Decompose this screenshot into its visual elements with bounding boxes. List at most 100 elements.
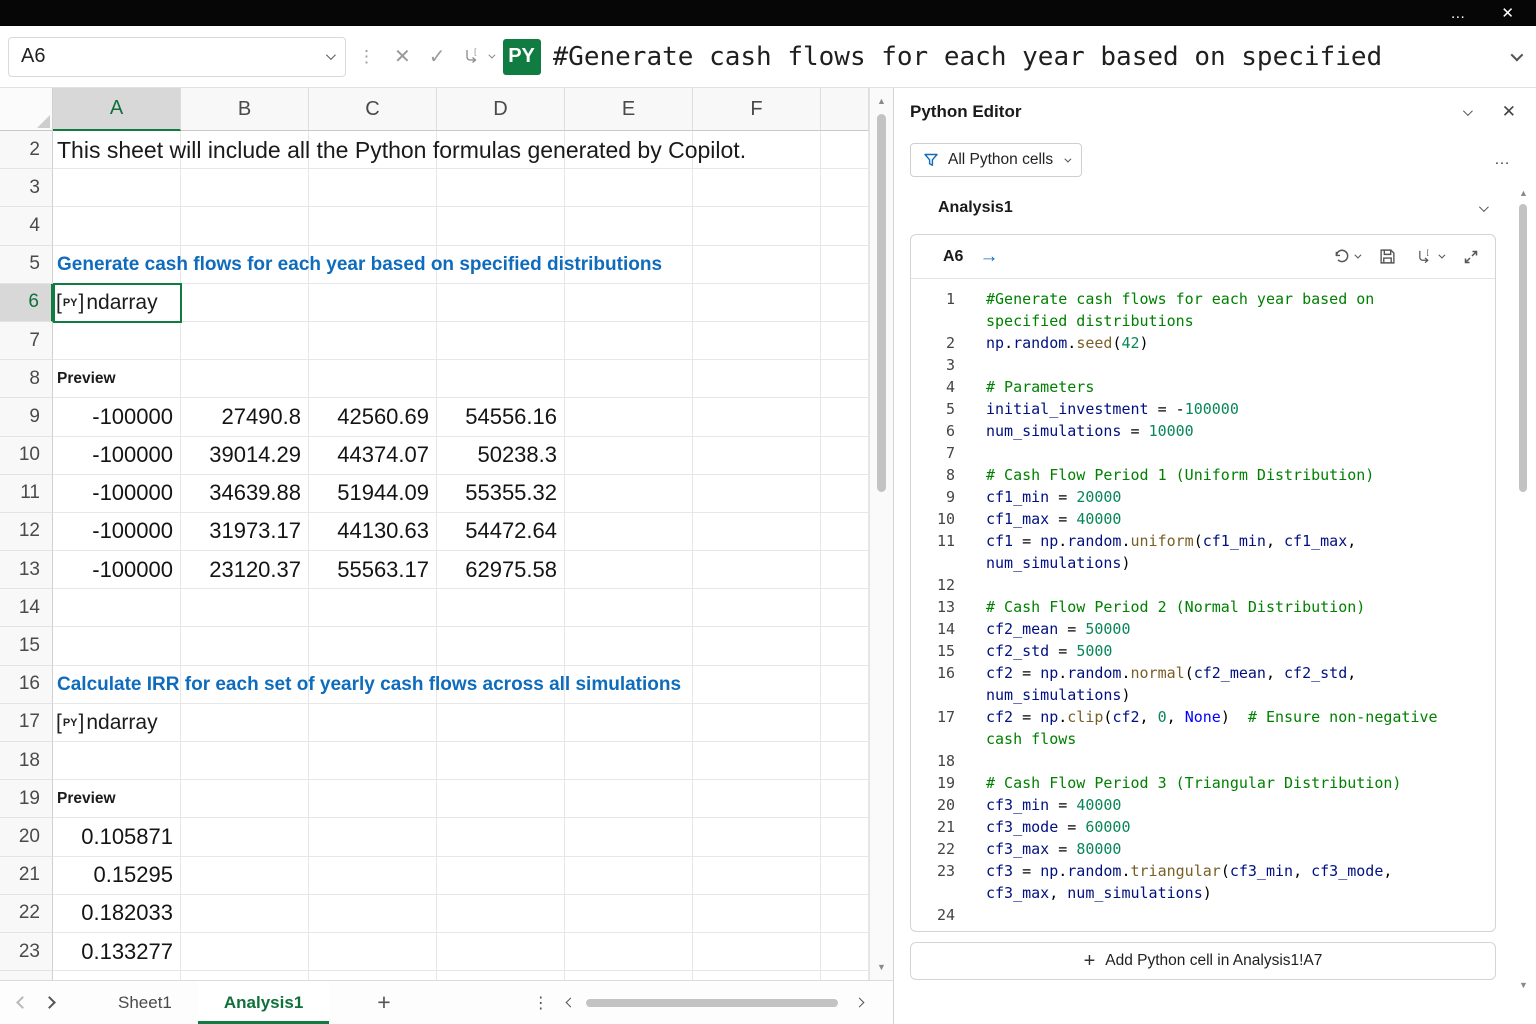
sheet-tab-sheet1[interactable]: Sheet1: [92, 981, 198, 1024]
cell[interactable]: [53, 666, 181, 704]
cell[interactable]: [565, 284, 693, 322]
panel-scrollbar-thumb[interactable]: [1519, 204, 1527, 492]
save-icon[interactable]: [1379, 248, 1396, 265]
row-header-21[interactable]: 21: [0, 857, 53, 895]
cell[interactable]: [821, 627, 869, 665]
cell[interactable]: [309, 971, 437, 980]
cell[interactable]: [309, 742, 437, 780]
cell[interactable]: [181, 780, 309, 818]
cell[interactable]: 39014.29: [181, 437, 309, 475]
cell[interactable]: [437, 589, 565, 627]
cell[interactable]: [821, 666, 869, 704]
cell[interactable]: [693, 398, 821, 436]
cell[interactable]: [565, 857, 693, 895]
row-header-20[interactable]: 20: [0, 818, 53, 856]
window-close-icon[interactable]: ✕: [1501, 6, 1514, 21]
cell[interactable]: [437, 207, 565, 245]
cell[interactable]: [53, 169, 181, 207]
panel-scrollbar[interactable]: ▲ ▼: [1516, 188, 1531, 990]
row-header-24[interactable]: 24: [0, 971, 53, 980]
cell[interactable]: [693, 475, 821, 513]
cell[interactable]: 42560.69: [309, 398, 437, 436]
cell[interactable]: [821, 437, 869, 475]
column-header-d[interactable]: D: [437, 88, 565, 131]
cell[interactable]: [309, 207, 437, 245]
cell[interactable]: [437, 895, 565, 933]
cell[interactable]: [565, 398, 693, 436]
output-type-icon[interactable]: [ ]: [1416, 249, 1443, 265]
row-header-6[interactable]: 6: [0, 284, 53, 322]
cell[interactable]: [693, 246, 821, 284]
row-header-8[interactable]: 8: [0, 360, 53, 398]
cell[interactable]: [693, 895, 821, 933]
cell[interactable]: [181, 857, 309, 895]
cell[interactable]: [53, 971, 181, 980]
cell[interactable]: [181, 704, 309, 742]
cell[interactable]: [437, 857, 565, 895]
add-python-cell-button[interactable]: + Add Python cell in Analysis1!A7: [910, 942, 1496, 980]
cell[interactable]: [181, 207, 309, 245]
sheet-nav-right-icon[interactable]: [43, 996, 56, 1009]
name-box[interactable]: A6: [8, 37, 346, 77]
cell[interactable]: [693, 437, 821, 475]
cell[interactable]: [437, 818, 565, 856]
cell[interactable]: -100000: [53, 551, 181, 589]
cell[interactable]: [565, 780, 693, 818]
cell[interactable]: [53, 704, 181, 742]
formula-bar-expand-icon[interactable]: [1511, 49, 1524, 62]
python-output-icon[interactable]: [ ]: [463, 48, 482, 65]
row-header-18[interactable]: 18: [0, 742, 53, 780]
cell[interactable]: [821, 704, 869, 742]
sheet-tab-analysis1[interactable]: Analysis1: [198, 981, 329, 1024]
cell[interactable]: [181, 895, 309, 933]
cell[interactable]: [693, 131, 821, 169]
row-header-22[interactable]: 22: [0, 895, 53, 933]
cell[interactable]: [693, 360, 821, 398]
row-header-5[interactable]: 5: [0, 246, 53, 284]
cell[interactable]: [693, 284, 821, 322]
cell[interactable]: [309, 895, 437, 933]
row-header-13[interactable]: 13: [0, 551, 53, 589]
cell[interactable]: [693, 933, 821, 971]
panel-scroll-up-icon[interactable]: ▲: [1516, 188, 1531, 198]
hscroll-right-icon[interactable]: [854, 998, 864, 1008]
cell[interactable]: [53, 627, 181, 665]
cell[interactable]: [821, 857, 869, 895]
cell[interactable]: [693, 704, 821, 742]
preview-label[interactable]: Preview: [53, 780, 181, 818]
cell[interactable]: [181, 589, 309, 627]
cell[interactable]: [309, 780, 437, 818]
cell[interactable]: 44374.07: [309, 437, 437, 475]
cell[interactable]: [821, 971, 869, 980]
cell[interactable]: [181, 742, 309, 780]
expand-icon[interactable]: [1463, 249, 1479, 265]
cell[interactable]: [565, 551, 693, 589]
cell[interactable]: [821, 360, 869, 398]
row-header-17[interactable]: 17: [0, 704, 53, 742]
window-more-icon[interactable]: …: [1450, 6, 1465, 21]
cell[interactable]: [693, 627, 821, 665]
cell[interactable]: [309, 933, 437, 971]
cell[interactable]: [565, 437, 693, 475]
cell[interactable]: [181, 246, 309, 284]
panel-more-icon[interactable]: …: [1494, 151, 1510, 169]
cell[interactable]: 54556.16: [437, 398, 565, 436]
cell[interactable]: [565, 246, 693, 284]
cell[interactable]: [693, 666, 821, 704]
cell[interactable]: [693, 322, 821, 360]
cell[interactable]: 44130.63: [309, 513, 437, 551]
vertical-scrollbar-thumb[interactable]: [877, 114, 886, 492]
cell[interactable]: 0.15295: [53, 857, 181, 895]
cell[interactable]: [53, 131, 181, 169]
cell[interactable]: [309, 322, 437, 360]
select-all-corner[interactable]: [0, 88, 53, 131]
cell[interactable]: [821, 322, 869, 360]
grid-vertical-scrollbar[interactable]: ▲ ▼: [869, 88, 893, 980]
cell[interactable]: 31973.17: [181, 513, 309, 551]
cell[interactable]: 62975.58: [437, 551, 565, 589]
cell[interactable]: [437, 971, 565, 980]
cell[interactable]: [821, 246, 869, 284]
cell[interactable]: [181, 971, 309, 980]
name-box-dropdown-icon[interactable]: [326, 50, 336, 60]
cell[interactable]: [693, 169, 821, 207]
